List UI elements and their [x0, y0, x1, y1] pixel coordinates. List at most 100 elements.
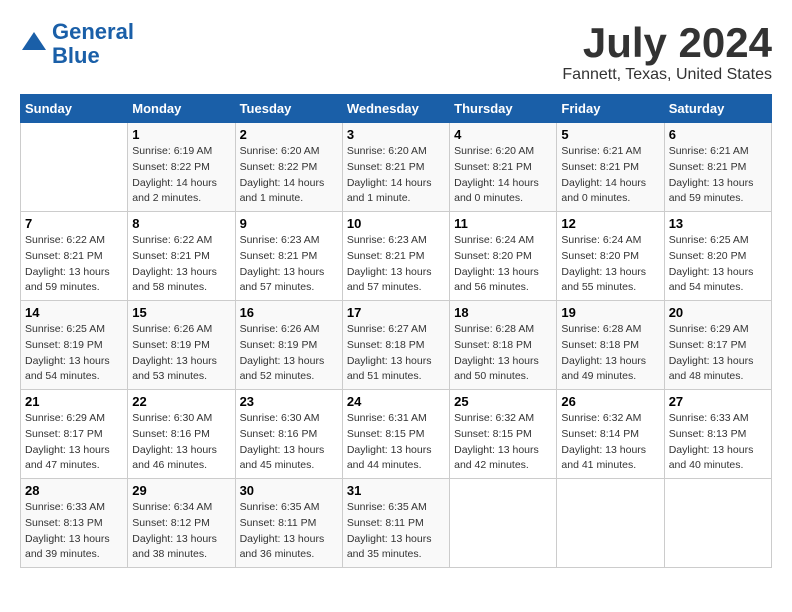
day-cell: 25 Sunrise: 6:32 AMSunset: 8:15 PMDayligh… — [450, 390, 557, 479]
day-cell: 26 Sunrise: 6:32 AMSunset: 8:14 PMDayligh… — [557, 390, 664, 479]
day-number: 26 — [561, 394, 659, 409]
day-cell: 29 Sunrise: 6:34 AMSunset: 8:12 PMDayligh… — [128, 479, 235, 568]
day-number: 30 — [240, 483, 338, 498]
day-cell: 16 Sunrise: 6:26 AMSunset: 8:19 PMDayligh… — [235, 301, 342, 390]
day-cell: 2Sunrise: 6:20 AMSunset: 8:22 PMDaylight… — [235, 123, 342, 212]
title-block: July 2024 Fannett, Texas, United States — [562, 20, 772, 84]
day-info: Sunrise: 6:24 AMSunset: 8:20 PMDaylight:… — [454, 233, 552, 296]
day-info: Sunrise: 6:25 AMSunset: 8:20 PMDaylight:… — [669, 233, 767, 296]
day-info: Sunrise: 6:29 AMSunset: 8:17 PMDaylight:… — [25, 411, 123, 474]
day-cell: 10 Sunrise: 6:23 AMSunset: 8:21 PMDayligh… — [342, 212, 449, 301]
day-cell: 31 Sunrise: 6:35 AMSunset: 8:11 PMDayligh… — [342, 479, 449, 568]
day-number: 24 — [347, 394, 445, 409]
day-cell: 30Sunrise: 6:35 AMSunset: 8:11 PMDayligh… — [235, 479, 342, 568]
subtitle: Fannett, Texas, United States — [562, 66, 772, 84]
day-info: Sunrise: 6:30 AMSunset: 8:16 PMDaylight:… — [132, 411, 230, 474]
day-number: 4 — [454, 127, 552, 142]
day-number: 27 — [669, 394, 767, 409]
day-cell: 22 Sunrise: 6:30 AMSunset: 8:16 PMDayligh… — [128, 390, 235, 479]
day-number: 7 — [25, 216, 123, 231]
day-cell — [21, 123, 128, 212]
day-info: Sunrise: 6:28 AMSunset: 8:18 PMDaylight:… — [454, 322, 552, 385]
day-info: Sunrise: 6:28 AMSunset: 8:18 PMDaylight:… — [561, 322, 659, 385]
day-number: 11 — [454, 216, 552, 231]
header-cell-wednesday: Wednesday — [342, 95, 449, 123]
header-cell-thursday: Thursday — [450, 95, 557, 123]
day-cell — [557, 479, 664, 568]
day-cell: 9 Sunrise: 6:23 AMSunset: 8:21 PMDaylight… — [235, 212, 342, 301]
day-cell: 12 Sunrise: 6:24 AMSunset: 8:20 PMDayligh… — [557, 212, 664, 301]
day-cell: 23Sunrise: 6:30 AMSunset: 8:16 PMDayligh… — [235, 390, 342, 479]
day-info: Sunrise: 6:22 AMSunset: 8:21 PMDaylight:… — [25, 233, 123, 296]
day-cell: 7 Sunrise: 6:22 AMSunset: 8:21 PMDaylight… — [21, 212, 128, 301]
day-number: 8 — [132, 216, 230, 231]
day-cell: 15Sunrise: 6:26 AMSunset: 8:19 PMDayligh… — [128, 301, 235, 390]
day-number: 6 — [669, 127, 767, 142]
logo-text: General Blue — [52, 20, 134, 68]
day-info: Sunrise: 6:26 AMSunset: 8:19 PMDaylight:… — [240, 322, 338, 385]
day-cell: 21 Sunrise: 6:29 AMSunset: 8:17 PMDayligh… — [21, 390, 128, 479]
day-info: Sunrise: 6:20 AMSunset: 8:22 PMDaylight:… — [240, 144, 338, 207]
day-number: 21 — [25, 394, 123, 409]
day-cell: 4Sunrise: 6:20 AMSunset: 8:21 PMDaylight… — [450, 123, 557, 212]
day-cell: 28 Sunrise: 6:33 AMSunset: 8:13 PMDayligh… — [21, 479, 128, 568]
day-number: 22 — [132, 394, 230, 409]
day-info: Sunrise: 6:34 AMSunset: 8:12 PMDaylight:… — [132, 500, 230, 563]
week-row-1: 1 Sunrise: 6:19 AMSunset: 8:22 PMDaylight… — [21, 123, 772, 212]
header-cell-monday: Monday — [128, 95, 235, 123]
day-cell: 3Sunrise: 6:20 AMSunset: 8:21 PMDaylight… — [342, 123, 449, 212]
header-row: SundayMondayTuesdayWednesdayThursdayFrid… — [21, 95, 772, 123]
day-number: 25 — [454, 394, 552, 409]
day-cell — [664, 479, 771, 568]
day-info: Sunrise: 6:31 AMSunset: 8:15 PMDaylight:… — [347, 411, 445, 474]
day-number: 18 — [454, 305, 552, 320]
header-cell-saturday: Saturday — [664, 95, 771, 123]
day-info: Sunrise: 6:22 AMSunset: 8:21 PMDaylight:… — [132, 233, 230, 296]
day-number: 17 — [347, 305, 445, 320]
day-number: 19 — [561, 305, 659, 320]
day-info: Sunrise: 6:32 AMSunset: 8:14 PMDaylight:… — [561, 411, 659, 474]
day-info: Sunrise: 6:23 AMSunset: 8:21 PMDaylight:… — [240, 233, 338, 296]
logo-line2: Blue — [52, 43, 100, 68]
day-info: Sunrise: 6:19 AMSunset: 8:22 PMDaylight:… — [132, 144, 230, 207]
day-cell: 6Sunrise: 6:21 AMSunset: 8:21 PMDaylight… — [664, 123, 771, 212]
calendar-table: SundayMondayTuesdayWednesdayThursdayFrid… — [20, 94, 772, 568]
day-number: 16 — [240, 305, 338, 320]
day-number: 13 — [669, 216, 767, 231]
logo-icon — [20, 30, 48, 58]
day-number: 29 — [132, 483, 230, 498]
logo: General Blue — [20, 20, 134, 68]
day-info: Sunrise: 6:29 AMSunset: 8:17 PMDaylight:… — [669, 322, 767, 385]
day-cell: 20 Sunrise: 6:29 AMSunset: 8:17 PMDayligh… — [664, 301, 771, 390]
day-number: 9 — [240, 216, 338, 231]
day-info: Sunrise: 6:23 AMSunset: 8:21 PMDaylight:… — [347, 233, 445, 296]
day-info: Sunrise: 6:25 AMSunset: 8:19 PMDaylight:… — [25, 322, 123, 385]
day-info: Sunrise: 6:33 AMSunset: 8:13 PMDaylight:… — [25, 500, 123, 563]
day-cell: 8 Sunrise: 6:22 AMSunset: 8:21 PMDaylight… — [128, 212, 235, 301]
day-cell: 13 Sunrise: 6:25 AMSunset: 8:20 PMDayligh… — [664, 212, 771, 301]
day-number: 28 — [25, 483, 123, 498]
day-number: 10 — [347, 216, 445, 231]
day-number: 1 — [132, 127, 230, 142]
header-cell-friday: Friday — [557, 95, 664, 123]
day-number: 23 — [240, 394, 338, 409]
day-info: Sunrise: 6:24 AMSunset: 8:20 PMDaylight:… — [561, 233, 659, 296]
day-number: 14 — [25, 305, 123, 320]
day-number: 3 — [347, 127, 445, 142]
day-cell: 24 Sunrise: 6:31 AMSunset: 8:15 PMDayligh… — [342, 390, 449, 479]
day-number: 12 — [561, 216, 659, 231]
week-row-2: 7 Sunrise: 6:22 AMSunset: 8:21 PMDaylight… — [21, 212, 772, 301]
main-title: July 2024 — [562, 20, 772, 66]
day-info: Sunrise: 6:33 AMSunset: 8:13 PMDaylight:… — [669, 411, 767, 474]
day-info: Sunrise: 6:32 AMSunset: 8:15 PMDaylight:… — [454, 411, 552, 474]
day-number: 31 — [347, 483, 445, 498]
day-info: Sunrise: 6:21 AMSunset: 8:21 PMDaylight:… — [561, 144, 659, 207]
day-cell: 19 Sunrise: 6:28 AMSunset: 8:18 PMDayligh… — [557, 301, 664, 390]
page-header: General Blue July 2024 Fannett, Texas, U… — [20, 20, 772, 84]
day-info: Sunrise: 6:35 AMSunset: 8:11 PMDaylight:… — [347, 500, 445, 563]
day-number: 15 — [132, 305, 230, 320]
week-row-3: 14 Sunrise: 6:25 AMSunset: 8:19 PMDayligh… — [21, 301, 772, 390]
day-number: 5 — [561, 127, 659, 142]
day-number: 20 — [669, 305, 767, 320]
header-cell-sunday: Sunday — [21, 95, 128, 123]
